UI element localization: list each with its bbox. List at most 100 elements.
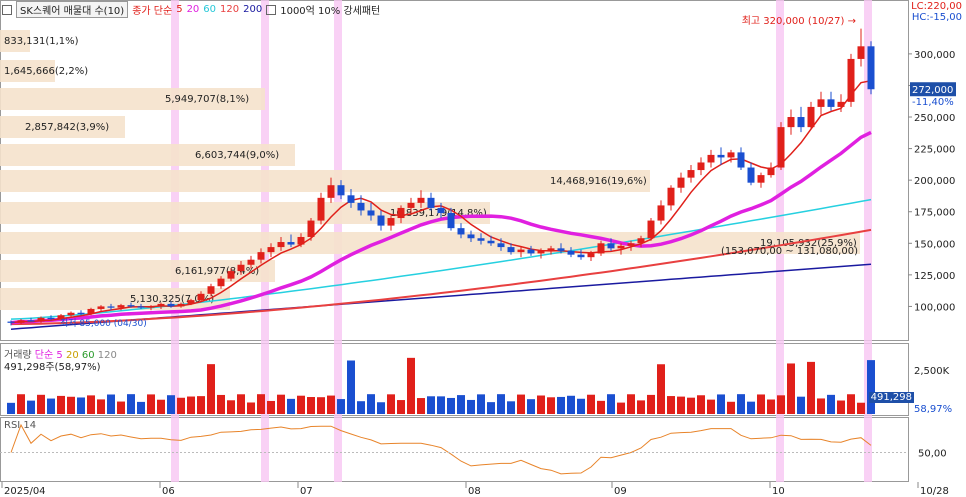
volume-bar [477,394,485,414]
chart-title[interactable]: SK스퀘어 매물대 수(10) [16,1,129,18]
volume-bar [607,394,615,414]
volume-bar [787,363,795,414]
volume-bar [277,394,285,414]
volume-tick-label: 2,500K [914,366,950,377]
candle-body [367,210,375,216]
candle-body [487,240,495,244]
volume-profile-label: 1,645,666(2,2%) [4,66,88,77]
volume-profile-label: 5,949,707(8,1%) [165,94,249,105]
candle-body [417,197,425,203]
x-tick-label: 06 [162,486,175,497]
candle-body [147,306,155,308]
ma-5-line [10,79,872,324]
volume-bar [867,360,875,414]
volume-bar [37,394,45,414]
candle-body [597,243,605,254]
rsi-panel-title: RSI 14 [4,420,37,431]
volume-bar [287,398,295,414]
lc-value: LC:220,00 [911,1,962,12]
candle-body [107,306,115,308]
candle-body [437,207,445,213]
volume-bar [367,394,375,414]
x-tick-label: 10/28 [920,486,949,497]
candle-body [727,152,735,158]
volume-bar [797,396,805,414]
x-tick-label: 10 [772,486,785,497]
volume-bar [687,397,695,414]
candle-body [227,271,235,279]
price-tick-label: 250,000 [914,113,955,124]
candle-body [467,234,475,239]
volume-bar [207,364,215,414]
volume-bar [627,394,635,414]
price-tick-label: 225,000 [914,145,955,156]
candle-body [667,187,675,206]
candle-body [547,248,555,251]
candle-body [537,250,545,254]
candle-body [607,243,615,249]
candle-body [67,312,75,316]
candle-body [477,238,485,241]
price-tick-label: 175,000 [914,208,955,219]
candle-body [297,236,305,245]
candle-body [777,127,785,168]
candle-body [687,170,695,178]
candle-body [167,303,175,307]
volume-bar [657,364,665,414]
volume-bar [357,401,365,414]
volume-bar [707,399,715,414]
candle-body [117,305,125,308]
candle-body [677,177,685,188]
volume-bar [57,395,65,414]
candle-body [847,58,855,102]
volume-profile-label: 833,131(1,1%) [4,36,79,47]
candle-body [697,162,705,171]
candle-body [787,117,795,128]
candle-body [337,185,345,196]
rsi-line [10,423,872,475]
candle-body [197,293,205,301]
volume-bar [777,395,785,414]
candle-body [47,317,55,320]
candle-body [647,220,655,239]
candle-body [187,300,195,304]
checkbox-icon[interactable] [266,4,277,15]
candle-body [497,243,505,248]
candle-body [267,247,275,253]
candle-body [387,218,395,226]
volume-bar [127,394,135,414]
candle-body [557,248,565,251]
candle-body [577,254,585,258]
checkbox-icon[interactable] [2,4,12,15]
volume-bar [347,360,355,414]
stock-chart[interactable]: 833,131(1,1%) 1,645,666(2,2%) 5,949,707(8,… [0,0,966,497]
candle-body [77,312,85,315]
volume-bar [457,395,465,414]
volume-bar [317,397,325,414]
volume-bar [167,395,175,414]
candle-body [127,305,135,307]
volume-bar [587,394,595,414]
volume-bar [597,400,605,414]
x-tick-label: 08 [468,486,481,497]
volume-bar [137,401,145,414]
volume-bar [77,397,85,414]
volume-bar [667,396,675,414]
x-tick-label: 2025/04 [4,486,46,497]
volume-bar [517,394,525,414]
volume-bar [177,397,185,414]
volume-bar [257,394,265,414]
candle-body [637,238,645,244]
ma-period-120: 120 [220,4,240,15]
rsi-panel-frame [0,417,909,482]
volume-current: 491,298주(58,97%) [4,362,101,373]
volume-bar [497,394,505,414]
candle-body [737,152,745,168]
candle-body [657,205,665,221]
volume-bar [727,401,735,414]
volume-bar [467,399,475,414]
volume-bar [47,398,55,414]
volume-bar [87,395,95,414]
volume-bar [427,396,435,414]
candle-body [237,264,245,272]
